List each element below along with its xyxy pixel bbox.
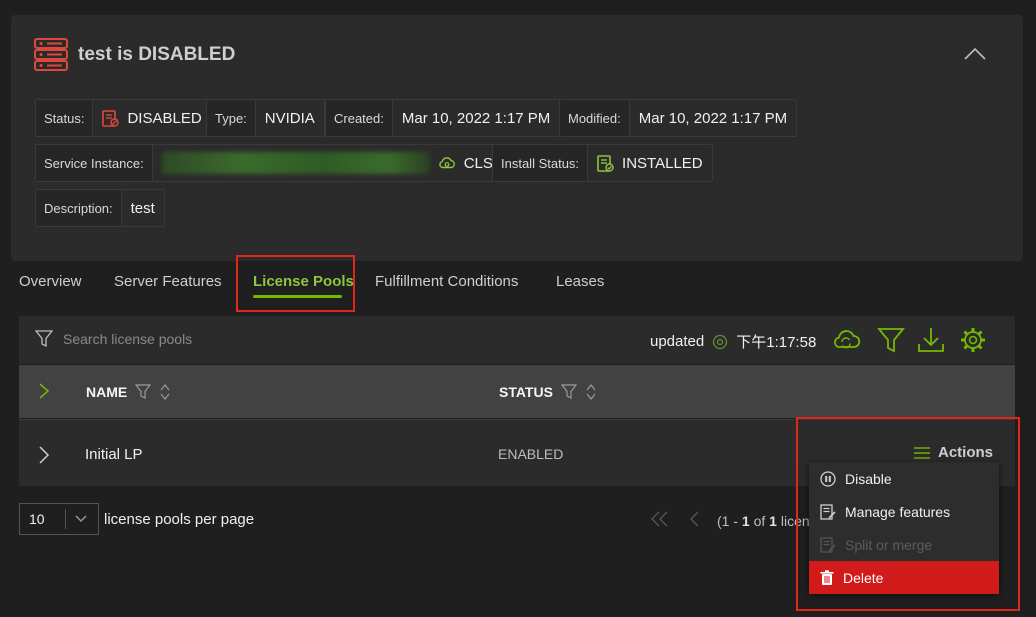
- service-instance-field: Service Instance: CLS: [35, 144, 503, 182]
- pool-status: ENABLED: [498, 446, 564, 462]
- search-input[interactable]: Search license pools: [63, 331, 192, 347]
- installed-status-icon: [597, 154, 614, 172]
- table-header: NAME STATUS: [19, 365, 1015, 418]
- pool-name[interactable]: Initial LP: [85, 446, 143, 463]
- per-page-control: 10 license pools per page: [19, 503, 254, 535]
- column-name-label: NAME: [86, 384, 128, 400]
- tab-overview[interactable]: Overview: [19, 273, 82, 290]
- search-box[interactable]: Search license pools: [35, 330, 192, 348]
- service-instance-value: CLS: [463, 154, 493, 172]
- modified-label: Modified:: [560, 100, 630, 136]
- description-value: test: [121, 190, 164, 226]
- created-value: Mar 10, 2022 1:17 PM: [392, 100, 560, 136]
- card-header: test is DISABLED: [33, 37, 235, 73]
- column-filter-icon[interactable]: [135, 384, 152, 400]
- page-count-mid: of: [749, 513, 770, 529]
- modified-field: Modified: Mar 10, 2022 1:17 PM: [559, 99, 798, 137]
- gear-icon[interactable]: [959, 326, 987, 354]
- sort-icon[interactable]: [159, 383, 171, 401]
- redacted-service-instance: [161, 152, 430, 174]
- column-status[interactable]: STATUS: [499, 383, 597, 401]
- column-name[interactable]: NAME: [86, 383, 171, 401]
- filter-tool-icon[interactable]: [877, 326, 905, 354]
- type-label: Type:: [207, 100, 256, 136]
- download-icon[interactable]: [917, 326, 945, 354]
- cloud-refresh-icon[interactable]: [831, 326, 861, 354]
- previous-page-icon[interactable]: [688, 510, 700, 528]
- status-label: Status:: [36, 100, 94, 136]
- created-field: Created: Mar 10, 2022 1:17 PM: [325, 99, 561, 137]
- description-label: Description:: [36, 190, 122, 226]
- tab-fulfillment-conditions[interactable]: Fulfillment Conditions: [375, 273, 518, 290]
- created-label: Created:: [326, 100, 393, 136]
- install-status-field: Install Status: INSTALLED: [492, 144, 713, 182]
- status-value: DISABLED: [127, 109, 202, 127]
- page-count-a: 1: [741, 513, 750, 529]
- updated-time: 下午1:17:58: [736, 334, 817, 351]
- tab-server-features[interactable]: Server Features: [114, 273, 222, 290]
- type-value: NVIDIA: [255, 100, 324, 136]
- page-navigation: [650, 510, 700, 528]
- status-field: Status: DISABLED: [35, 99, 212, 137]
- type-field: Type: NVIDIA: [206, 99, 325, 137]
- table-toolbar: Search license pools updated 下午1:17:58: [19, 316, 1015, 364]
- sort-icon[interactable]: [585, 383, 597, 401]
- chevron-down-icon: [75, 515, 87, 522]
- disabled-status-icon: [102, 109, 120, 127]
- tab-leases[interactable]: Leases: [556, 273, 604, 290]
- per-page-label: license pools per page: [104, 510, 255, 528]
- actions-highlight-box: [796, 417, 1020, 611]
- page-count-prefix: (1 -: [717, 513, 742, 529]
- page-count-b: 1: [769, 513, 777, 529]
- filter-icon: [35, 330, 53, 348]
- chevron-up-icon[interactable]: [963, 45, 987, 61]
- tab-highlight-box: [236, 255, 355, 312]
- column-filter-icon[interactable]: [560, 384, 577, 400]
- install-status-value: INSTALLED: [622, 154, 703, 172]
- per-page-value: 10: [20, 509, 66, 529]
- modified-value: Mar 10, 2022 1:17 PM: [629, 100, 797, 136]
- per-page-select[interactable]: 10: [19, 503, 99, 535]
- tab-bar: Overview Server Features License Pools F…: [0, 262, 1036, 314]
- service-instance-label: Service Instance:: [36, 145, 153, 181]
- at-icon: [713, 334, 728, 349]
- first-page-icon[interactable]: [650, 510, 670, 528]
- cloud-icon: [438, 157, 455, 169]
- expand-all-icon[interactable]: [38, 383, 50, 399]
- description-field: Description: test: [35, 189, 165, 227]
- updated-indicator: updated 下午1:17:58: [650, 331, 816, 352]
- page-title: test is DISABLED: [78, 44, 236, 65]
- column-status-label: STATUS: [499, 384, 553, 400]
- chevron-right-icon[interactable]: [38, 446, 50, 464]
- updated-label: updated: [650, 333, 705, 350]
- server-icon: [34, 38, 68, 71]
- install-status-label: Install Status:: [493, 145, 589, 181]
